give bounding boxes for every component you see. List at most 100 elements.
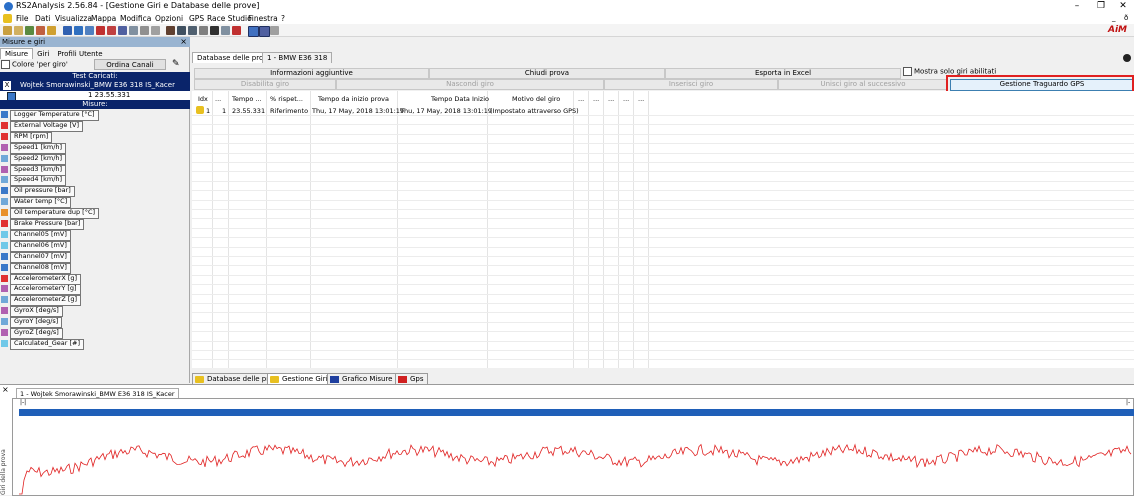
video-icon[interactable] (232, 26, 241, 35)
channel-label: Channel06 [mV] (10, 240, 71, 252)
channel-item[interactable]: Speed1 [km/h] (0, 142, 190, 154)
insert-lap-button[interactable]: Inserisci giro (604, 79, 778, 90)
open-icon[interactable] (3, 26, 12, 35)
channels-report-icon[interactable] (107, 26, 116, 35)
lap-table-icon[interactable] (259, 26, 270, 37)
channel-item[interactable]: External Voltage [V] (0, 120, 190, 132)
math-channel-icon[interactable] (188, 26, 197, 35)
menu-dati[interactable]: Dati (35, 13, 50, 24)
channel-item[interactable]: Calculated_Gear [#] (0, 338, 190, 350)
color-per-lap-option[interactable]: Colore 'per giro' (1, 60, 68, 69)
graph-test-tab[interactable]: 1 - Wojtek Smorawinski_BMW E36 318 IS_Ka… (16, 388, 179, 398)
channel-item[interactable]: Channel08 [mV] (0, 262, 190, 274)
channel-item[interactable]: Speed3 [km/h] (0, 164, 190, 176)
channel-item[interactable]: Logger Temperature [°C] (0, 110, 190, 121)
disable-lap-button[interactable]: Disabilita giro (194, 79, 336, 90)
mdi-minimize-button[interactable]: _ (1112, 13, 1116, 24)
tab-misure[interactable]: Misure (0, 48, 34, 59)
menu-file[interactable]: File (16, 13, 29, 24)
channel-item[interactable]: AccelerometerY [g] (0, 284, 190, 296)
menu-race-studio[interactable]: Race Studio (207, 13, 252, 24)
channel-item[interactable]: GyroX [deg/s] (0, 306, 190, 318)
graph-icon[interactable] (63, 26, 72, 35)
show-enabled-laps-checkbox[interactable] (903, 67, 912, 76)
column-header-idx[interactable]: Idx (198, 95, 208, 103)
stopwatch-icon[interactable] (166, 26, 175, 35)
channel-item[interactable]: Oil temperature dup [°C] (0, 208, 190, 220)
menu-help[interactable]: ? (281, 13, 285, 24)
zoom-icon[interactable] (221, 26, 230, 35)
menu-modifica[interactable]: Modifica (120, 13, 151, 24)
additional-info-button[interactable]: Informazioni aggiuntive (194, 68, 429, 79)
column-header-lap-reason[interactable]: Motivo del giro (512, 95, 560, 103)
close-test-button[interactable]: Chiudi prova (429, 68, 665, 79)
compare-icon[interactable] (140, 26, 149, 35)
export-icon[interactable] (47, 26, 56, 35)
column-header-extra-2[interactable]: ... (593, 95, 599, 103)
tab-bmw-e36-318[interactable]: 1 - BMW E36 318 (262, 52, 333, 63)
mdi-restore-button[interactable]: ð (1124, 13, 1128, 24)
menu-finestra[interactable]: Finestra (248, 13, 278, 24)
window-icon[interactable] (270, 26, 279, 35)
column-header-extra-4[interactable]: ... (623, 95, 629, 103)
column-header-extra-3[interactable]: ... (608, 95, 614, 103)
tab-giri[interactable]: Giri (33, 49, 53, 59)
channel-item[interactable]: Speed2 [km/h] (0, 153, 190, 165)
channel-item[interactable]: Water temp [°C] (0, 197, 190, 209)
restore-button[interactable]: ❐ (1090, 0, 1112, 13)
layout-icon[interactable] (151, 26, 160, 35)
xy-plot-icon[interactable] (85, 26, 94, 35)
close-button[interactable]: ✕ (1112, 0, 1134, 13)
test-row[interactable]: X Wojtek Smorawinski_BMW E36 318 IS_Kace… (0, 81, 190, 91)
right-marker[interactable]: |- (1126, 399, 1130, 406)
channel-item[interactable]: Brake Pressure [bar] (0, 219, 190, 230)
pencil-icon[interactable] (177, 26, 186, 35)
pin-icon[interactable] (1123, 54, 1131, 62)
channel-item[interactable]: Speed4 [km/h] (0, 175, 190, 187)
channel-item[interactable]: Channel05 [mV] (0, 229, 190, 241)
table-icon[interactable] (118, 26, 127, 35)
menu-opzioni[interactable]: Opzioni (155, 13, 183, 24)
column-header-dots[interactable]: ... (215, 95, 221, 103)
color-per-lap-checkbox[interactable] (1, 60, 10, 69)
wrench-icon[interactable]: ✎ (172, 59, 180, 69)
histogram-icon[interactable] (74, 26, 83, 35)
lap-row[interactable]: 1 23.55.331 (0, 91, 190, 101)
column-header-extra-5[interactable]: ... (638, 95, 644, 103)
channel-item[interactable]: Channel07 [mV] (0, 251, 190, 263)
download-icon[interactable] (25, 26, 34, 35)
folder-icon[interactable] (14, 26, 23, 35)
channel-item[interactable]: AccelerometerZ [g] (0, 295, 190, 307)
filter-icon[interactable] (199, 26, 208, 35)
lap-bar[interactable] (19, 409, 1134, 416)
import-icon[interactable] (36, 26, 45, 35)
remove-test-button[interactable]: X (3, 81, 11, 90)
lap-time-icon[interactable] (248, 26, 259, 37)
settings-icon[interactable] (210, 26, 219, 35)
channel-item[interactable]: AccelerometerX [g] (0, 273, 190, 285)
close-icon[interactable]: × (2, 385, 9, 394)
channel-item[interactable]: GyroY [deg/s] (0, 317, 190, 329)
column-header-start-date[interactable]: Tempo Data Inizio (431, 95, 489, 103)
channel-item[interactable]: Channel06 [mV] (0, 240, 190, 252)
sort-channels-button[interactable]: Ordina Canali (94, 59, 166, 70)
merge-lap-button[interactable]: Unisci giro al successivo (778, 79, 948, 90)
tab-profili-utente[interactable]: Profili Utente (53, 49, 106, 59)
split-icon[interactable] (129, 26, 138, 35)
channel-item[interactable]: Oil pressure [bar] (0, 186, 190, 198)
column-header-time-from-start[interactable]: Tempo da inizio prova (318, 95, 389, 103)
column-header-tempo[interactable]: Tempo ... (232, 95, 262, 103)
close-icon[interactable]: × (180, 37, 187, 47)
channel-item[interactable]: GyroZ [deg/s] (0, 328, 190, 339)
column-header-percent[interactable]: % rispet... (270, 95, 303, 103)
menu-mappa[interactable]: Mappa (91, 13, 116, 24)
export-excel-button[interactable]: Esporta in Excel (665, 68, 901, 79)
menu-gps[interactable]: GPS (189, 13, 204, 24)
menu-visualizza[interactable]: Visualizza (55, 13, 92, 24)
gps-map-icon[interactable] (96, 26, 105, 35)
column-header-extra-1[interactable]: ... (578, 95, 584, 103)
minimize-button[interactable]: – (1066, 0, 1088, 13)
left-marker[interactable]: |-| (20, 399, 26, 406)
channel-item[interactable]: RPM [rpm] (0, 131, 190, 143)
hide-lap-button[interactable]: Nascondi giro (336, 79, 604, 90)
